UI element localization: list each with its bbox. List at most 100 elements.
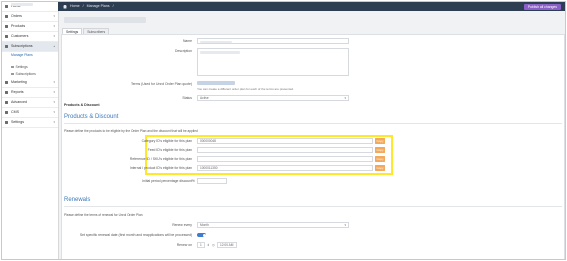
- sidebar: Home Orders ▾ Products ▾ Customers ▾ Subscr…: [2, 2, 59, 259]
- divider: [64, 206, 562, 207]
- status-value: Active: [200, 96, 209, 100]
- chevron-down-icon: ▾: [53, 90, 55, 94]
- home-icon[interactable]: [63, 4, 67, 9]
- chevron-down-icon: ▾: [53, 24, 55, 28]
- renew-day-field[interactable]: 1: [197, 242, 205, 248]
- sidebar-item-advanced[interactable]: Advanced ▾: [2, 98, 58, 108]
- breadcrumb-manage-plans[interactable]: Manage Plans: [87, 4, 110, 8]
- feed-ids-button[interactable]: Copy: [375, 147, 385, 153]
- discount-label: Initial period percentage discount: [142, 179, 192, 183]
- products-discount-heading: Products & Discount: [64, 114, 119, 120]
- sidebar-item-label: Subscriptions: [11, 44, 33, 48]
- document-icon: [5, 111, 8, 114]
- box-icon: [5, 25, 8, 28]
- breadcrumb-separator: /: [82, 4, 84, 8]
- renewals-heading: Renewals: [64, 197, 91, 203]
- publish-all-changes-button[interactable]: Publish all changes: [523, 3, 561, 10]
- breadcrumb-separator: /: [112, 4, 114, 8]
- name-label: Name: [182, 39, 192, 43]
- renew-every-select[interactable]: Month ▾: [197, 222, 349, 228]
- wrench-icon: [5, 101, 8, 104]
- feed-ids-field[interactable]: [197, 147, 373, 153]
- gear-icon: [5, 121, 8, 124]
- top-bar: Home / Manage Plans / Publish all changes: [58, 2, 565, 11]
- category-ids-label: Category ID's eligible for this plan: [141, 139, 192, 143]
- specific-date-label: Set specific renewal date (first month a…: [79, 233, 192, 237]
- sidebar-item-label: Orders: [11, 14, 22, 18]
- home-icon: [5, 5, 8, 8]
- sidebar-subitem-settings[interactable]: Settings: [2, 64, 58, 71]
- internal-ids-button[interactable]: Copy: [375, 165, 385, 171]
- sidebar-item-subscriptions[interactable]: Subscriptions ▴: [2, 42, 58, 52]
- status-select[interactable]: Active ▾: [197, 95, 349, 101]
- chevron-up-icon: ▴: [53, 44, 55, 48]
- products-subtitle: Products & Discount: [64, 103, 100, 107]
- name-field[interactable]: [197, 38, 349, 44]
- reference-ids-button[interactable]: Copy: [375, 156, 385, 162]
- terms-tag[interactable]: [197, 81, 235, 85]
- chevron-down-icon: ▾: [344, 96, 346, 100]
- sidebar-subitem-subscriptions[interactable]: Subscriptions: [2, 71, 58, 78]
- renewals-intro: Please define the terms of renewal for U…: [64, 213, 143, 217]
- sidebar-item-label: Marketing: [11, 80, 27, 84]
- gear-icon: [11, 65, 14, 69]
- sidebar-item-label: Advanced: [11, 100, 27, 104]
- users-icon: [5, 35, 8, 38]
- sidebar-item-label: CMS: [11, 110, 19, 114]
- clock-icon: ◷: [212, 243, 215, 247]
- internal-ids-field[interactable]: 1000011350: [197, 165, 373, 171]
- category-ids-field[interactable]: 000000048: [197, 138, 373, 144]
- products-intro: Please define the products to be eligibl…: [64, 129, 198, 133]
- sidebar-item-label: Settings: [11, 120, 24, 124]
- sidebar-item-label: Products: [11, 24, 26, 28]
- sidebar-item-reports[interactable]: Reports ▾: [2, 88, 58, 98]
- internal-ids-label: Internal / product ID's eligible for thi…: [129, 166, 192, 170]
- chart-icon: [5, 91, 8, 94]
- sidebar-item-label: Reports: [11, 90, 24, 94]
- renew-every-label: Renew every: [172, 223, 192, 227]
- chevron-down-icon: ▾: [53, 80, 55, 84]
- status-label: Status: [182, 96, 192, 100]
- sidebar-item-label: Customers: [11, 34, 29, 38]
- chevron-down-icon: ▾: [53, 34, 55, 38]
- sidebar-subitem-manage-plans[interactable]: Manage Plans: [2, 52, 58, 59]
- sidebar-item-products[interactable]: Products ▾: [2, 22, 58, 32]
- discount-field[interactable]: [197, 178, 227, 184]
- feed-ids-label: Feed ID's eligible for this plan: [147, 148, 192, 152]
- settings-panel: Name Description Terms (Used for Unrol O…: [61, 34, 565, 259]
- breadcrumb-home[interactable]: Home: [70, 4, 80, 8]
- renew-time-field[interactable]: 12:00 AM: [217, 242, 237, 248]
- reference-ids-label: Reference ID / SKU's eligible for this p…: [129, 157, 192, 161]
- blurred-text: [200, 51, 240, 54]
- sidebar-item-cms[interactable]: CMS ▾: [2, 108, 58, 118]
- reference-ids-field[interactable]: [197, 156, 373, 162]
- divider: [64, 123, 562, 124]
- discount-unit: %: [192, 179, 195, 183]
- terms-note: You can create a different order plan fo…: [197, 87, 294, 91]
- chevron-down-icon: ▾: [53, 120, 55, 124]
- sidebar-item-customers[interactable]: Customers ▾: [2, 32, 58, 42]
- sidebar-item-marketing[interactable]: Marketing ▾: [2, 78, 58, 88]
- chevron-down-icon: ▾: [53, 14, 55, 18]
- refresh-icon: [5, 45, 8, 48]
- chevron-down-icon: ▾: [53, 100, 55, 104]
- sidebar-item-orders[interactable]: Orders ▾: [2, 12, 58, 22]
- stepper-icon[interactable]: ⇕: [207, 243, 210, 247]
- specific-date-toggle[interactable]: [197, 233, 206, 237]
- breadcrumb: Home / Manage Plans /: [70, 2, 117, 11]
- category-ids-button[interactable]: Copy: [375, 138, 385, 144]
- description-label: Description: [175, 49, 192, 53]
- app-window: Home Orders ▾ Products ▾ Customers ▾ Subscr…: [1, 1, 566, 260]
- terms-label: Terms (Used for Unrol Order Plan quote): [130, 82, 192, 86]
- chevron-down-icon: ▾: [344, 223, 346, 227]
- sidebar-item-settings[interactable]: Settings ▾: [2, 118, 58, 128]
- chevron-down-icon: ▾: [53, 110, 55, 114]
- list-icon: [11, 72, 14, 76]
- megaphone-icon: [5, 81, 8, 84]
- page-title: [64, 17, 146, 23]
- description-textarea[interactable]: [197, 48, 349, 76]
- renew-on-label: Renew on: [176, 243, 192, 247]
- cart-icon: [5, 15, 8, 18]
- main-content: Settings Subscribers Name Description Te…: [58, 11, 565, 259]
- blurred-text: [200, 40, 232, 43]
